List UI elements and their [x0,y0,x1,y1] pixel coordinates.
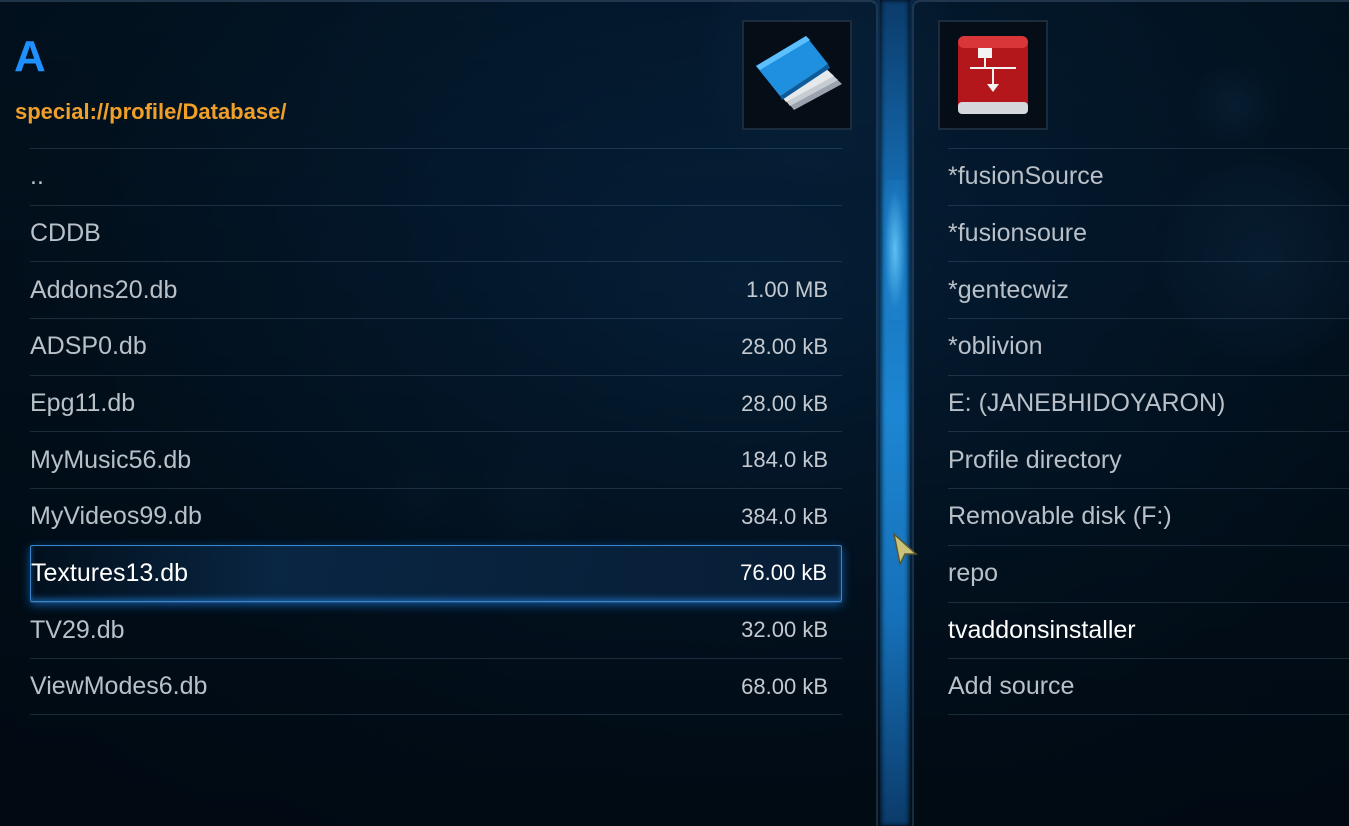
panel-divider-scrollbar[interactable] [880,0,910,826]
list-item[interactable]: MyMusic56.db 184.0 kB [30,431,842,488]
file-size: 384.0 kB [741,503,828,529]
source-name: Removable disk (F:) [948,502,1172,531]
sources-list: *fusionSource *fusionsoure *gentecwiz *o… [948,148,1349,715]
file-name: MyMusic56.db [30,445,192,474]
list-item[interactable]: CDDB [30,204,842,262]
source-name: repo [948,559,999,588]
source-item-highlighted[interactable]: tvaddonsinstaller [948,601,1349,659]
file-size: 184.0 kB [741,447,828,473]
source-item[interactable]: *fusionSource [948,148,1349,205]
source-name: *oblivion [948,332,1043,361]
file-list: .. CDDB Addons20.db 1.00 MB ADSP0.db 28.… [30,148,842,715]
file-size: 68.00 kB [741,673,828,699]
source-name: *fusionsoure [948,219,1087,248]
file-size: 28.00 kB [741,390,828,416]
list-item[interactable]: ADSP0.db 28.00 kB [30,318,842,375]
current-path: special://profile/Database/ [15,99,287,124]
file-name: Textures13.db [31,558,189,587]
list-item[interactable]: Epg11.db 28.00 kB [30,374,842,432]
source-name: *gentecwiz [948,275,1069,304]
source-item[interactable]: *fusionsoure [948,204,1349,262]
list-item[interactable]: ViewModes6.db 68.00 kB [30,658,842,715]
file-size: 28.00 kB [741,333,828,359]
source-name: E: (JANEBHIDOYARON) [948,389,1226,418]
source-item[interactable]: Removable disk (F:) [948,488,1349,545]
list-item-parent-dir[interactable]: .. [30,148,842,205]
file-size: 1.00 MB [746,277,828,303]
list-item-selected[interactable]: Textures13.db 76.00 kB [30,544,842,602]
panel-letter-heading: A [14,32,46,81]
file-name: .. [30,162,44,191]
source-name: Profile directory [948,445,1122,474]
source-item[interactable]: repo [948,544,1349,602]
add-source-button[interactable]: Add source [948,658,1349,715]
source-item[interactable]: *oblivion [948,318,1349,375]
file-name: ViewModes6.db [30,672,208,701]
file-name: Addons20.db [30,275,178,304]
file-name: TV29.db [30,615,125,644]
add-source-label: Add source [948,672,1075,701]
list-item[interactable]: MyVideos99.db 384.0 kB [30,488,842,545]
source-name: tvaddonsinstaller [948,615,1136,644]
file-size: 32.00 kB [741,617,828,643]
source-item[interactable]: *gentecwiz [948,261,1349,318]
source-item[interactable]: Profile directory [948,431,1349,488]
source-name: *fusionSource [948,162,1104,191]
file-size: 76.00 kB [740,560,827,586]
list-item[interactable]: Addons20.db 1.00 MB [30,261,842,318]
mouse-pointer-icon [892,531,918,567]
file-name: Epg11.db [30,389,136,418]
file-name: ADSP0.db [30,332,147,361]
source-item[interactable]: E: (JANEBHIDOYARON) [948,374,1349,432]
file-name: CDDB [30,219,101,248]
file-name: MyVideos99.db [30,502,202,531]
list-item[interactable]: TV29.db 32.00 kB [30,601,842,659]
network-drive-icon [938,20,1048,130]
document-stack-icon [742,20,852,130]
